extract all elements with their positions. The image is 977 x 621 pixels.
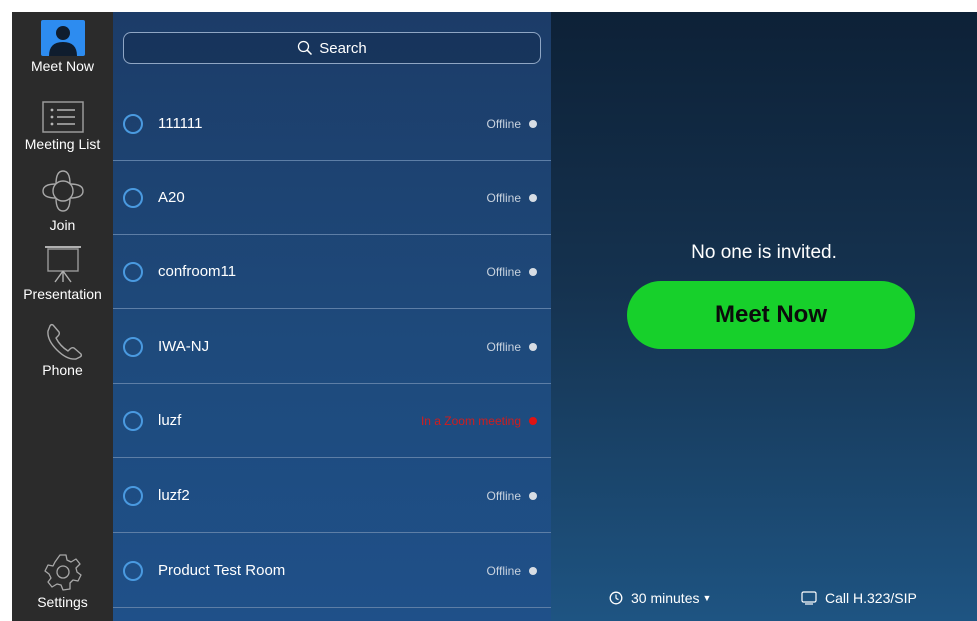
- contact-status: Offline: [486, 116, 521, 131]
- contact-name: luzf: [158, 412, 182, 429]
- select-radio[interactable]: [123, 336, 143, 357]
- contact-name: confroom11: [158, 263, 237, 280]
- list-item[interactable]: IWA-NJ Offline: [113, 310, 551, 384]
- contact-status: Offline: [486, 339, 521, 354]
- phone-icon: [46, 323, 82, 360]
- list-item[interactable]: luzf2 Offline: [113, 459, 551, 533]
- empty-state-text: No one is invited.: [691, 242, 837, 263]
- list-item[interactable]: luzf In a Zoom meeting: [113, 384, 551, 458]
- caret-down-icon: ▼: [702, 593, 712, 603]
- contact-name: Product Test Room: [158, 562, 286, 579]
- contact-name: 111111: [158, 115, 203, 132]
- clock-icon: [609, 591, 623, 605]
- zoom-room-controller: Meet Now Meeting List Join Presentation …: [12, 12, 977, 621]
- nav-item-join[interactable]: Join: [12, 167, 113, 233]
- status-dot: [529, 267, 537, 276]
- select-radio[interactable]: [123, 113, 143, 134]
- contact-status: In a Zoom meeting: [420, 413, 521, 428]
- nav-item-settings[interactable]: Settings: [12, 552, 113, 610]
- call-h323-sip-button[interactable]: Call H.323/SIP: [801, 590, 917, 606]
- status-dot: [529, 342, 537, 351]
- search-label: Search: [319, 39, 367, 57]
- status-dot: [529, 119, 537, 128]
- contact-name: A20: [158, 189, 185, 206]
- meet-now-button[interactable]: Meet Now: [627, 281, 915, 349]
- nav-label: Presentation: [23, 286, 102, 302]
- list-item[interactable]: Product Test Room Offline: [113, 534, 551, 608]
- sidebar-nav: Meet Now Meeting List Join Presentation …: [12, 12, 113, 621]
- nav-label: Join: [49, 217, 76, 233]
- nav-item-presentation[interactable]: Presentation: [12, 244, 113, 302]
- select-radio[interactable]: [123, 485, 143, 506]
- list-item[interactable]: confroom11 Offline: [113, 235, 551, 309]
- nav-label: Phone: [42, 362, 83, 378]
- presentation-icon: [44, 246, 81, 283]
- contact-name: IWA-NJ: [158, 338, 210, 355]
- search-input[interactable]: Search: [123, 32, 541, 64]
- person-icon: [40, 20, 85, 56]
- gear-icon: [43, 554, 82, 591]
- nav-label: Meeting List: [24, 136, 101, 152]
- contact-status: Offline: [486, 190, 521, 205]
- contact-name: luzf2: [158, 487, 190, 504]
- duration-value: 30 minutes: [631, 590, 700, 606]
- contact-status: Offline: [486, 563, 521, 578]
- nav-item-phone[interactable]: Phone: [12, 322, 113, 378]
- select-radio[interactable]: [123, 187, 143, 208]
- nav-item-meeting-list[interactable]: Meeting List: [12, 100, 113, 152]
- contact-list-panel: Search 111111 Offline A20 Offline confro…: [113, 12, 551, 621]
- nav-item-meet-now[interactable]: Meet Now: [12, 20, 113, 74]
- monitor-icon: [801, 591, 817, 605]
- status-dot: [529, 491, 537, 500]
- contact-status: Offline: [486, 488, 521, 503]
- select-radio[interactable]: [123, 410, 143, 431]
- nav-label: Meet Now: [30, 58, 95, 74]
- list-icon: [41, 101, 84, 133]
- nav-label: Settings: [37, 594, 88, 610]
- select-radio[interactable]: [123, 560, 143, 581]
- search-icon: [298, 40, 313, 56]
- status-dot: [529, 566, 537, 575]
- list-item[interactable]: 111111 Offline: [113, 87, 551, 161]
- status-dot: [529, 193, 537, 202]
- select-radio[interactable]: [123, 261, 143, 282]
- join-icon: [41, 170, 84, 212]
- call-label: Call H.323/SIP: [825, 590, 917, 606]
- meet-now-panel: No one is invited. Meet Now 30 minutes ▼…: [551, 12, 977, 621]
- status-dot: [529, 416, 537, 425]
- duration-dropdown[interactable]: 30 minutes ▼: [609, 590, 711, 606]
- list-item[interactable]: A20 Offline: [113, 161, 551, 235]
- contact-status: Offline: [486, 264, 521, 279]
